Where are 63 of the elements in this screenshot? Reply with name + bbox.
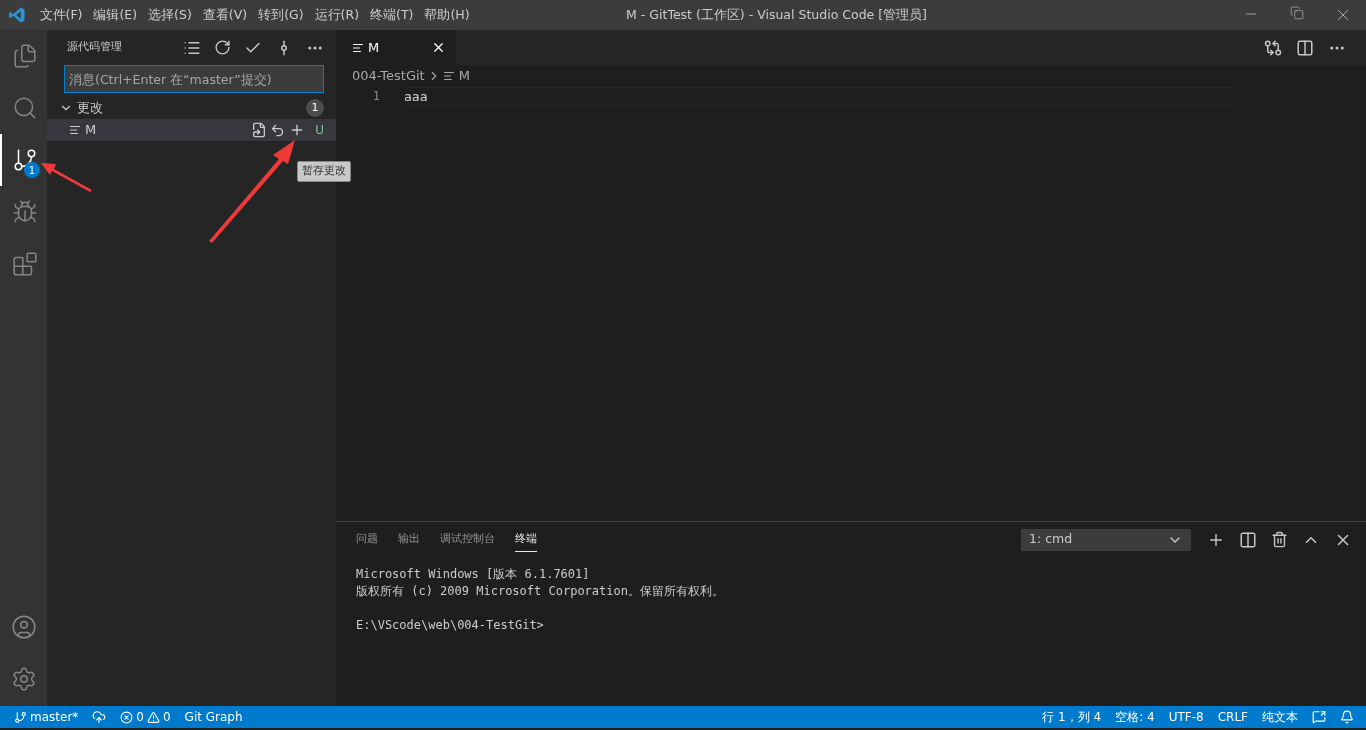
split-terminal-icon[interactable] [1239,530,1257,549]
window-title: M - GitTest (工作区) - Visual Studio Code [管理员] [626,5,927,24]
code-line: aaa [404,87,428,106]
warning-count[interactable]: 0 [162,708,171,726]
panel-tab[interactable]: 输出 [398,526,420,553]
menu-item[interactable]: 帮助(H) [420,5,474,25]
status-item[interactable]: UTF-8 [1168,708,1204,726]
sidebar-title: 源代码管理 [67,39,123,56]
error-icon[interactable] [120,710,134,724]
menu-item[interactable]: 查看(V) [198,5,252,25]
badge: 1 [24,162,40,178]
close-tab-icon[interactable] [431,40,446,55]
account-icon[interactable] [10,614,37,640]
menu-item[interactable]: 运行(R) [310,5,364,25]
menu-item[interactable]: 终端(T) [366,5,418,25]
breadcrumb[interactable]: 004-TestGit [352,66,425,86]
split-editor-icon[interactable] [1296,38,1314,57]
branch-name[interactable]: master* [30,708,79,726]
trash-icon[interactable] [1271,530,1288,548]
status-item[interactable]: CRLF [1217,708,1248,726]
tooltip: 暂存更改 [297,161,351,182]
commit-message-field[interactable]: 消息(Ctrl+Enter 在“master”提交) [64,65,324,93]
debug-icon [11,199,38,225]
menu-item[interactable]: 编辑(E) [89,5,142,25]
status-item[interactable]: 纯文本 [1262,708,1298,726]
file-icon [352,41,364,54]
group-label[interactable]: 更改 [77,98,306,118]
warning-icon[interactable] [146,710,160,724]
changed-file-row[interactable]: M U [47,119,336,141]
panel-tab[interactable]: 调试控制台 [440,526,495,553]
status-item[interactable]: 空格: 4 [1115,708,1155,726]
count-badge: 1 [306,99,324,117]
branch-icon[interactable] [14,710,27,724]
breadcrumb[interactable]: M [458,66,470,86]
extensions-icon [11,251,38,277]
status-letter: U [315,122,324,139]
sync-icon[interactable] [92,710,107,724]
feedback-icon[interactable] [1312,710,1326,724]
menu-item[interactable]: 选择(S) [144,5,196,25]
terminal-line: E:\VScode\web\004-TestGit> [356,618,544,632]
error-count[interactable]: 0 [136,708,144,726]
file-icon [442,70,455,82]
git-graph-item[interactable]: Git Graph [184,708,243,726]
vscode-logo-icon [8,6,26,24]
bell-icon[interactable] [1340,710,1354,724]
file-icon [69,124,81,136]
menu-item[interactable]: 文件(F) [35,5,87,25]
discard-icon[interactable] [270,122,286,138]
line-number: 1 [371,87,380,106]
settings-icon[interactable] [10,666,37,692]
compare-icon[interactable] [1264,38,1282,57]
panel-tab[interactable]: 问题 [356,526,378,553]
refresh-icon[interactable] [214,38,231,56]
status-item[interactable]: 行 1，列 4 [1042,708,1102,726]
terminal-select[interactable]: 1: cmd [1021,528,1191,551]
editor-tab[interactable]: M [336,30,456,65]
open-file-icon[interactable] [251,122,268,138]
menu-item[interactable]: 转到(G) [254,5,308,25]
files-icon [11,43,38,69]
terminal-line: Microsoft Windows [版本 6.1.7601] [356,567,590,581]
file-name: M [85,121,98,140]
terminal-line: 版权所有 (c) 2009 Microsoft Corporation。保留所有权利。 [356,584,724,598]
panel-tab[interactable]: 终端 [515,526,537,553]
